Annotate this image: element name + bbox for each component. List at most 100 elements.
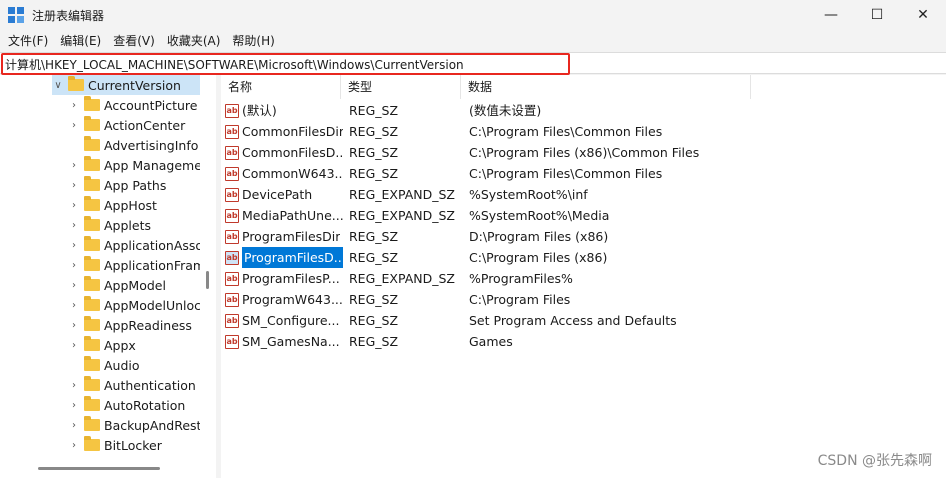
maximize-button[interactable]: ☐ — [854, 0, 900, 30]
value-row[interactable]: ab SM_GamesNa... REG_SZ Games — [221, 331, 946, 352]
tree-item[interactable]: › Appx — [68, 335, 136, 355]
chevron-right-icon[interactable]: › — [68, 440, 80, 451]
chevron-down-icon[interactable]: ∨ — [52, 80, 64, 91]
chevron-right-icon[interactable]: › — [68, 320, 80, 331]
chevron-right-icon[interactable]: › — [68, 120, 80, 131]
string-value-icon: ab — [225, 250, 239, 265]
tree-item[interactable]: › AccountPicture — [68, 95, 197, 115]
value-data: C:\Program Files\Common Files — [469, 124, 663, 139]
tree-item[interactable]: › AppReadiness — [68, 315, 192, 335]
address-bar[interactable]: 计算机\HKEY_LOCAL_MACHINE\SOFTWARE\Microsof… — [0, 52, 946, 75]
folder-icon — [84, 116, 100, 131]
chevron-right-icon[interactable]: › — [68, 380, 80, 391]
chevron-right-icon[interactable]: › — [68, 220, 80, 231]
value-name-cell[interactable]: ab ProgramFilesDir — [225, 226, 343, 247]
chevron-right-icon[interactable]: › — [68, 300, 80, 311]
value-row[interactable]: ab MediaPathUne... REG_EXPAND_SZ %SystemRoo… — [221, 205, 946, 226]
value-name: MediaPathUne... — [242, 208, 343, 223]
column-header-type[interactable]: 类型 — [341, 75, 461, 99]
chevron-right-icon[interactable]: › — [68, 200, 80, 211]
value-name-cell[interactable]: ab ProgramFilesD... — [225, 247, 343, 268]
column-header-name[interactable]: 名称 — [221, 75, 341, 99]
tree-item[interactable]: › App Paths — [68, 175, 166, 195]
tree-item[interactable]: › BackupAndResto — [68, 415, 209, 435]
value-name-cell[interactable]: ab SM_GamesNa... — [225, 331, 343, 352]
minimize-button[interactable]: — — [808, 0, 854, 30]
tree-item-label: AutoRotation — [104, 397, 186, 413]
chevron-right-icon[interactable]: › — [68, 260, 80, 271]
value-name: SM_GamesNa... — [242, 334, 340, 349]
tree-item[interactable]: › AppModel — [68, 275, 166, 295]
value-row[interactable]: ab ProgramW643... REG_SZ C:\Program Files — [221, 289, 946, 310]
tree-item[interactable]: › ApplicationFrame — [68, 255, 213, 275]
tree-item[interactable]: › AppModelUnloc — [68, 295, 201, 315]
string-value-icon: ab — [225, 124, 239, 139]
tree-vertical-scrollbar[interactable] — [200, 75, 216, 461]
folder-icon — [84, 336, 100, 351]
value-data: C:\Program Files\Common Files — [469, 166, 663, 181]
value-name: CommonW643... — [242, 166, 343, 181]
tree-item[interactable]: › AutoRotation — [68, 395, 185, 415]
menu-view[interactable]: 查看(V) — [107, 32, 161, 49]
menu-help[interactable]: 帮助(H) — [226, 32, 280, 49]
chevron-right-icon[interactable]: › — [68, 340, 80, 351]
tree-item[interactable]: › Authentication — [68, 375, 196, 395]
chevron-right-icon[interactable]: › — [68, 240, 80, 251]
value-name-cell[interactable]: ab SM_Configure... — [225, 310, 343, 331]
value-name-cell[interactable]: ab CommonW643... — [225, 163, 343, 184]
chevron-right-icon[interactable]: › — [68, 100, 80, 111]
value-row[interactable]: ab DevicePath REG_EXPAND_SZ %SystemRoot%\in… — [221, 184, 946, 205]
value-row[interactable]: ab ProgramFilesP... REG_EXPAND_SZ %ProgramF… — [221, 268, 946, 289]
chevron-right-icon[interactable]: › — [68, 160, 80, 171]
value-row[interactable]: ab CommonFilesD... REG_SZ C:\Program Files … — [221, 142, 946, 163]
value-name-cell[interactable]: ab MediaPathUne... — [225, 205, 343, 226]
value-row[interactable]: ab SM_Configure... REG_SZ Set Program Acces… — [221, 310, 946, 331]
value-row[interactable]: ab (默认) REG_SZ (数值未设置) — [221, 100, 946, 121]
value-row[interactable]: ab CommonW643... REG_SZ C:\Program Files\Co… — [221, 163, 946, 184]
menu-edit[interactable]: 编辑(E) — [54, 32, 107, 49]
chevron-right-icon[interactable]: › — [68, 400, 80, 411]
value-name: CommonFilesD... — [242, 145, 343, 160]
value-type: REG_SZ — [349, 313, 399, 328]
folder-icon — [84, 436, 100, 451]
string-value-icon: ab — [225, 334, 239, 349]
value-name-cell[interactable]: ab (默认) — [225, 100, 343, 121]
menu-file[interactable]: 文件(F) — [2, 32, 54, 49]
value-row[interactable]: ab CommonFilesDir REG_SZ C:\Program Files\C… — [221, 121, 946, 142]
value-name-cell[interactable]: ab DevicePath — [225, 184, 343, 205]
chevron-right-icon[interactable]: › — [68, 420, 80, 431]
column-header-data[interactable]: 数据 — [461, 75, 751, 99]
value-row[interactable]: ab ProgramFilesDir REG_SZ D:\Program Files … — [221, 226, 946, 247]
value-name-cell[interactable]: ab CommonFilesD... — [225, 142, 343, 163]
menu-favorites[interactable]: 收藏夹(A) — [161, 32, 227, 49]
tree-vertical-scroll-thumb[interactable] — [206, 271, 209, 289]
folder-icon — [68, 76, 84, 91]
tree-item[interactable]: › ApplicationAssoc — [68, 235, 210, 255]
tree-item[interactable]: › Applets — [68, 215, 151, 235]
menu-bar: 文件(F) 编辑(E) 查看(V) 收藏夹(A) 帮助(H) — [0, 30, 946, 51]
tree-item[interactable]: › BitLocker — [68, 435, 162, 455]
tree-item-label: App Paths — [104, 177, 167, 193]
tree-item-currentversion[interactable]: ∨ CurrentVersion — [52, 75, 200, 95]
value-type: REG_SZ — [349, 292, 399, 307]
string-value-icon: ab — [225, 145, 239, 160]
value-name-cell[interactable]: ab CommonFilesDir — [225, 121, 343, 142]
chevron-right-icon[interactable]: › — [68, 280, 80, 291]
value-name-cell[interactable]: ab ProgramW643... — [225, 289, 343, 310]
tree-item[interactable]: Audio — [68, 355, 140, 375]
folder-icon — [84, 176, 100, 191]
value-type: REG_SZ — [349, 124, 399, 139]
tree-item-label: Appx — [104, 337, 136, 353]
tree-item[interactable]: › ActionCenter — [68, 115, 185, 135]
chevron-right-icon[interactable]: › — [68, 180, 80, 191]
values-list[interactable]: 名称 类型 数据 ab (默认) REG_SZ (数值未设置) ab CommonFile… — [221, 75, 946, 478]
tree-item[interactable]: AdvertisingInfo — [68, 135, 198, 155]
tree-horizontal-scroll-thumb[interactable] — [38, 467, 160, 470]
close-button[interactable]: ✕ — [900, 0, 946, 30]
registry-tree[interactable]: ∨ CurrentVersion › AccountPicture › ActionCen… — [0, 75, 216, 478]
folder-icon — [84, 236, 100, 251]
value-row[interactable]: ab ProgramFilesD... REG_SZ C:\Program Files… — [221, 247, 946, 268]
tree-item[interactable]: › App Managemen — [68, 155, 210, 175]
tree-item[interactable]: › AppHost — [68, 195, 157, 215]
value-name-cell[interactable]: ab ProgramFilesP... — [225, 268, 343, 289]
